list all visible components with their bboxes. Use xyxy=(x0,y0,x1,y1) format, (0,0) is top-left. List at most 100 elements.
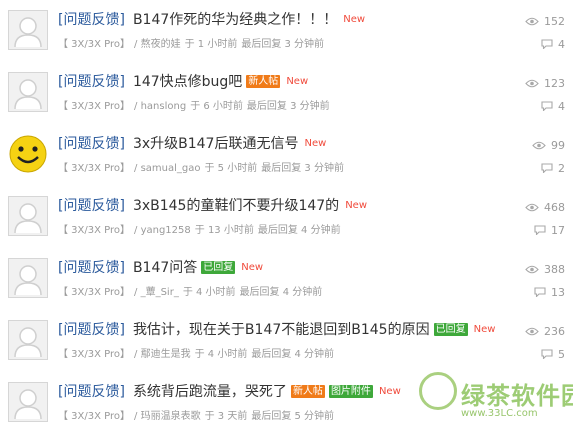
thread-meta-line: 【 3X/3X Pro】 / yang1258 于 13 小时前 最后回复 4 分钟前 xyxy=(58,221,345,236)
thread-subject-link[interactable]: 我估计，现在关于B147不能退回到B145的原因 xyxy=(133,322,430,338)
eye-icon xyxy=(525,265,539,273)
eye-icon xyxy=(525,327,539,335)
eye-icon xyxy=(525,17,539,25)
thread-row[interactable]: [问题反馈] 我估计，现在关于B147不能退回到B145的原因 已回复 New 【 3X… xyxy=(0,312,573,372)
thread-title-line: [问题反馈] 3xB145的童鞋们不要升级147的 New xyxy=(58,195,367,215)
views-count: 236 xyxy=(544,324,565,338)
forum-link[interactable]: 【 3X/3X Pro】 xyxy=(58,411,130,422)
last-reply-time: 最后回复 4 分钟前 xyxy=(239,287,323,298)
thread-category[interactable]: [问题反馈] xyxy=(58,198,125,214)
views-count: 99 xyxy=(551,138,565,152)
thread-meta-line: 【 3X/3X Pro】 / samual_gao 于 5 小时前 最后回复 3 分钟… xyxy=(58,159,348,174)
thread-meta-line: 【 3X/3X Pro】 / hanslong 于 6 小时前 最后回复 3 分钟前 xyxy=(58,97,334,112)
author-link[interactable]: / 鄢迪生是我 xyxy=(134,349,191,360)
thread-stats: 388 13 xyxy=(495,262,565,299)
thread-stats: 99 2 xyxy=(495,138,565,175)
avatar-default-icon[interactable] xyxy=(8,10,48,50)
posted-time: 于 13 小时前 xyxy=(194,225,254,236)
last-reply-time: 最后回复 4 分钟前 xyxy=(257,225,341,236)
posted-time: 于 4 小时前 xyxy=(182,287,236,298)
avatar-default-icon[interactable] xyxy=(8,196,48,236)
posted-time: 于 6 小时前 xyxy=(190,101,243,112)
watermark-text: 绿茶软件园 xyxy=(461,382,573,410)
last-reply-time: 最后回复 3 分钟前 xyxy=(241,39,325,50)
last-reply-time: 最后回复 3 分钟前 xyxy=(246,101,330,112)
forum-link[interactable]: 【 3X/3X Pro】 xyxy=(58,39,130,50)
avatar-default-icon[interactable] xyxy=(8,72,48,112)
new-tag: New xyxy=(473,324,496,335)
thread-stats: 236 5 xyxy=(495,324,565,361)
avatar-default-icon[interactable] xyxy=(8,258,48,298)
forum-link[interactable]: 【 3X/3X Pro】 xyxy=(58,163,130,174)
eye-icon xyxy=(525,79,539,87)
image-attachment-badge: 图片附件 xyxy=(328,385,373,398)
replies-count: 13 xyxy=(551,285,565,299)
thread-subject-link[interactable]: B147问答 xyxy=(133,260,197,276)
views-stat: 468 xyxy=(495,200,565,214)
author-link[interactable]: / 玛丽温泉表歌 xyxy=(134,411,201,422)
posted-time: 于 3 天前 xyxy=(204,411,248,422)
thread-category[interactable]: [问题反馈] xyxy=(58,384,125,400)
thread-row[interactable]: [问题反馈] 3x升级B147后联通无信号 New 【 3X/3X Pro】 / sam… xyxy=(0,126,573,186)
thread-category[interactable]: [问题反馈] xyxy=(58,260,125,276)
thread-category[interactable]: [问题反馈] xyxy=(58,74,125,90)
avatar-default-icon[interactable] xyxy=(8,382,48,422)
new-tag: New xyxy=(345,200,367,211)
new-tag: New xyxy=(343,14,366,25)
forum-link[interactable]: 【 3X/3X Pro】 xyxy=(58,349,130,360)
views-stat: 123 xyxy=(495,76,565,90)
replies-stat: 17 xyxy=(495,223,565,237)
speech-bubble-icon xyxy=(541,163,553,173)
thread-row[interactable]: [问题反馈] 147快点修bug吧 新人帖 New 【 3X/3X Pro】 / hans… xyxy=(0,64,573,124)
posted-time: 于 1 小时前 xyxy=(184,39,238,50)
speech-bubble-icon xyxy=(541,349,553,359)
avatar-smiley-icon[interactable] xyxy=(8,134,48,174)
forum-link[interactable]: 【 3X/3X Pro】 xyxy=(58,101,130,112)
thread-category[interactable]: [问题反馈] xyxy=(58,12,125,28)
avatar-default-icon[interactable] xyxy=(8,320,48,360)
new-tag: New xyxy=(241,262,264,273)
thread-row[interactable]: [问题反馈] 3xB145的童鞋们不要升级147的 New 【 3X/3X Pro】 /… xyxy=(0,188,573,248)
views-count: 152 xyxy=(544,14,565,28)
newbie-badge: 新人帖 xyxy=(290,385,325,398)
author-link[interactable]: / yang1258 xyxy=(134,225,191,236)
forum-link[interactable]: 【 3X/3X Pro】 xyxy=(58,225,130,236)
thread-title-line: [问题反馈] B147问答 已回复 New xyxy=(58,257,263,277)
posted-time: 于 5 小时前 xyxy=(204,163,258,174)
thread-category[interactable]: [问题反馈] xyxy=(58,322,125,338)
thread-subject-link[interactable]: 3x升级B147后联通无信号 xyxy=(133,136,299,152)
views-count: 388 xyxy=(544,262,565,276)
thread-subject-link[interactable]: 147快点修bug吧 xyxy=(133,74,242,90)
new-tag: New xyxy=(304,138,327,149)
thread-subject-link[interactable]: 3xB145的童鞋们不要升级147的 xyxy=(133,198,339,214)
thread-row[interactable]: [问题反馈] B147问答 已回复 New 【 3X/3X Pro】 / _蕈_Sir_ 于… xyxy=(0,250,573,310)
watermark-logo-icon xyxy=(419,372,457,410)
views-count: 468 xyxy=(544,200,565,214)
speech-bubble-icon xyxy=(534,225,546,235)
views-count: 123 xyxy=(544,76,565,90)
replies-stat: 4 xyxy=(495,99,565,113)
speech-bubble-icon xyxy=(534,287,546,297)
thread-subject-link[interactable]: B147作死的华为经典之作！！！ xyxy=(133,12,337,28)
new-tag: New xyxy=(378,386,401,397)
author-link[interactable]: / hanslong xyxy=(134,101,186,112)
eye-icon xyxy=(532,141,546,149)
posted-time: 于 4 小时前 xyxy=(194,349,248,360)
thread-meta-line: 【 3X/3X Pro】 / 鄢迪生是我于 4 小时前 最后回复 4 分钟前 xyxy=(58,345,338,360)
new-tag: New xyxy=(286,76,309,87)
thread-category[interactable]: [问题反馈] xyxy=(58,136,125,152)
thread-subject-link[interactable]: 系统背后跑流量，哭死了 xyxy=(133,384,287,400)
thread-meta-line: 【 3X/3X Pro】 / _蕈_Sir_ 于 4 小时前 最后回复 4 分钟前 xyxy=(58,283,326,298)
thread-stats: 152 4 xyxy=(495,14,565,51)
thread-row[interactable]: [问题反馈] B147作死的华为经典之作！！！ New 【 3X/3X Pro】 / 熬… xyxy=(0,2,573,62)
forum-link[interactable]: 【 3X/3X Pro】 xyxy=(58,287,130,298)
author-link[interactable]: / 熬夜的娃 xyxy=(134,39,181,50)
thread-title-line: [问题反馈] 系统背后跑流量，哭死了 新人帖 图片附件 New xyxy=(58,381,401,401)
speech-bubble-icon xyxy=(541,39,553,49)
watermark: 绿茶软件园 www.33LC.com xyxy=(409,372,573,430)
author-link[interactable]: / _蕈_Sir_ xyxy=(134,287,179,298)
replies-count: 4 xyxy=(558,99,565,113)
views-stat: 99 xyxy=(495,138,565,152)
speech-bubble-icon xyxy=(541,101,553,111)
author-link[interactable]: / samual_gao xyxy=(134,163,200,174)
